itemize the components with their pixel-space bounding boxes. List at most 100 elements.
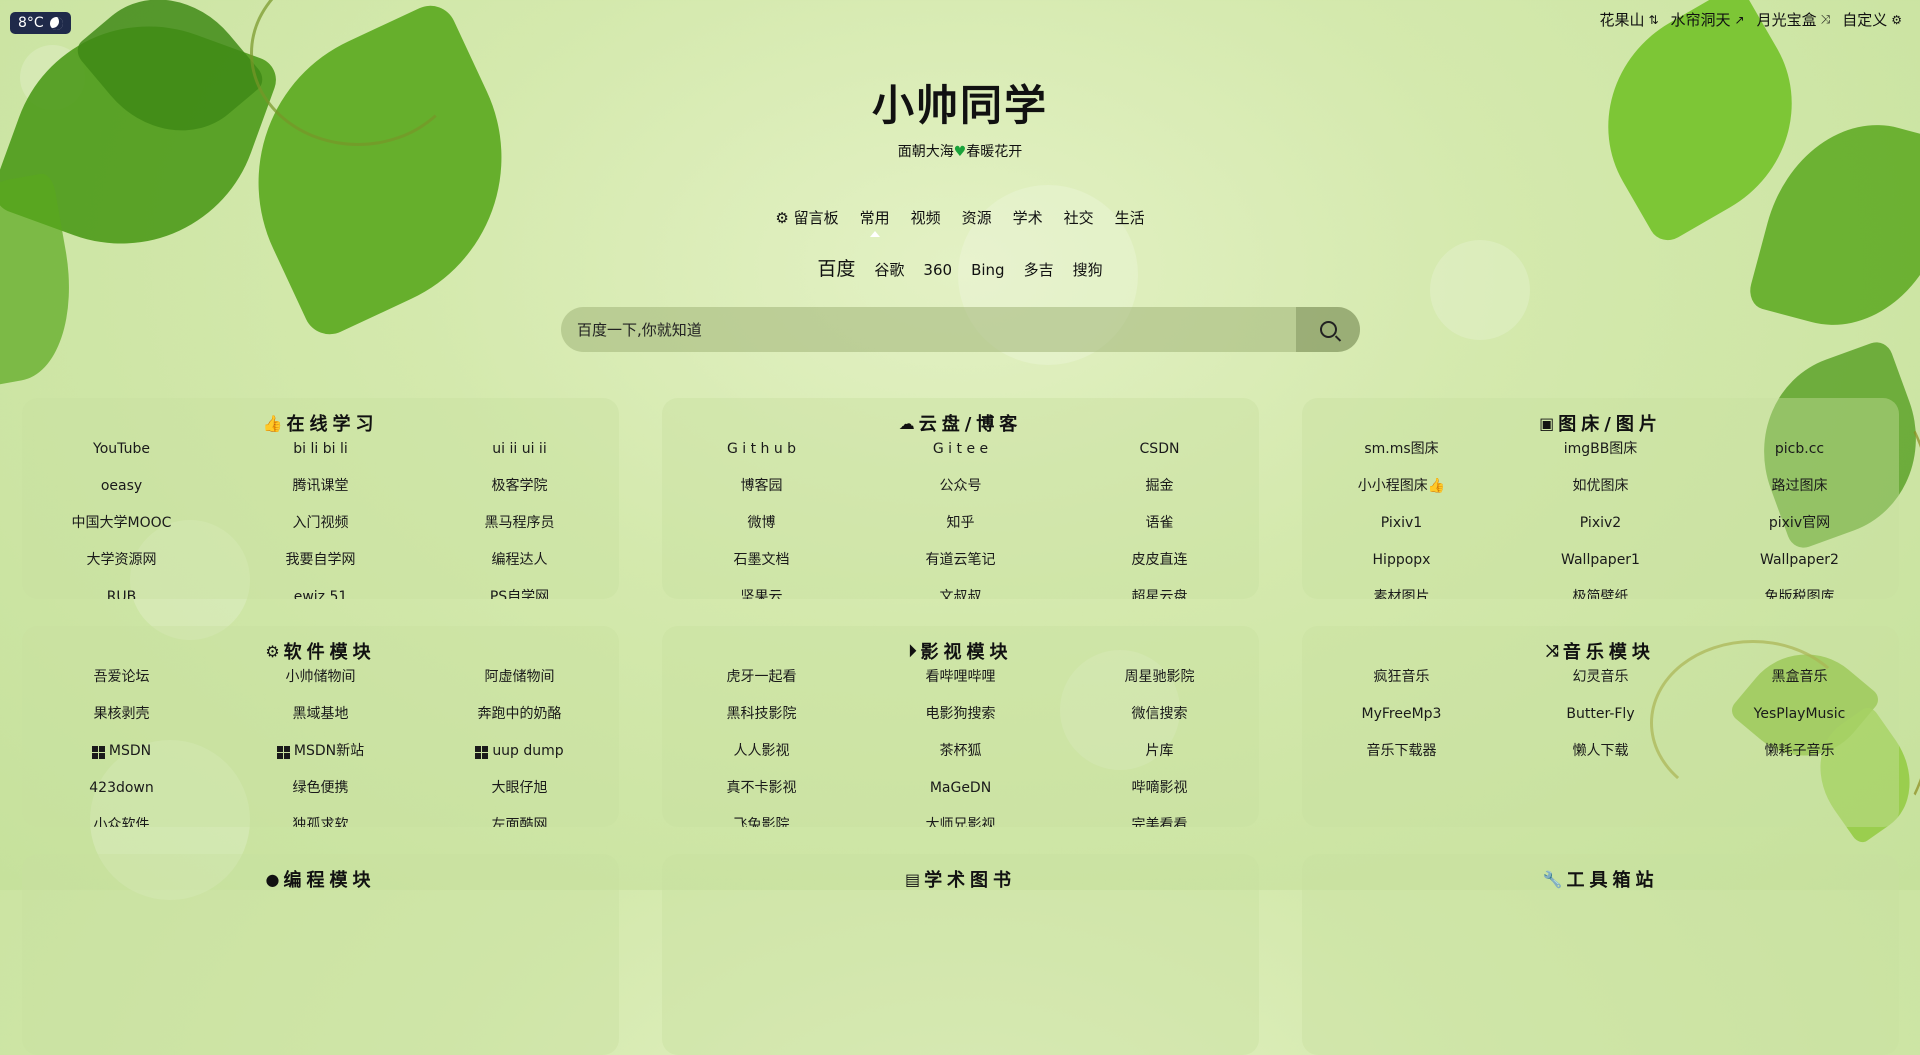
site-link[interactable]: 茶杯狐 xyxy=(861,740,1060,777)
site-link[interactable]: YouTube xyxy=(22,438,221,475)
site-link[interactable]: Butter-Fly xyxy=(1501,703,1700,740)
site-link[interactable]: 如优图床 xyxy=(1501,475,1700,512)
site-link[interactable]: 电影狗搜索 xyxy=(861,703,1060,740)
site-link[interactable]: G i t e e xyxy=(861,438,1060,475)
top-link-shuiliandongtian[interactable]: 水帘洞天 ↗ xyxy=(1671,9,1745,30)
site-link[interactable]: ewjz 51 xyxy=(221,586,420,599)
site-link[interactable]: 我要自学网 xyxy=(221,549,420,586)
top-link-custom[interactable]: 自定义 ⚙ xyxy=(1842,9,1902,30)
site-link[interactable]: 掘金 xyxy=(1060,475,1259,512)
site-link[interactable]: 编程达人 xyxy=(420,549,619,586)
site-link[interactable]: 中国大学MOOC xyxy=(22,512,221,549)
site-link[interactable]: 完美看看 xyxy=(1060,814,1259,827)
engine-360[interactable]: 360 xyxy=(923,261,952,279)
site-link[interactable]: 飞兔影院 xyxy=(662,814,861,827)
site-link[interactable]: 博客园 xyxy=(662,475,861,512)
site-link[interactable]: 极客学院 xyxy=(420,475,619,512)
site-link[interactable]: uup dump xyxy=(420,740,619,777)
top-link-yueguangbaohe[interactable]: 月光宝盒 ⤨ xyxy=(1757,9,1831,30)
site-link[interactable]: 素材图片 xyxy=(1302,586,1501,599)
tab-common[interactable]: 常用 xyxy=(860,207,890,228)
site-link[interactable]: 腾讯课堂 xyxy=(221,475,420,512)
site-link[interactable]: 黑马程序员 xyxy=(420,512,619,549)
tab-social[interactable]: 社交 xyxy=(1064,207,1094,228)
site-link[interactable]: 石墨文档 xyxy=(662,549,861,586)
site-link[interactable]: 坚果云 xyxy=(662,586,861,599)
site-link[interactable]: 微博 xyxy=(662,512,861,549)
site-link[interactable]: ui ii ui ii xyxy=(420,438,619,475)
engine-bing[interactable]: Bing xyxy=(971,261,1005,279)
site-link[interactable]: 片库 xyxy=(1060,740,1259,777)
site-link[interactable]: 知乎 xyxy=(861,512,1060,549)
top-link-huaguoshan[interactable]: 花果山 ⇅ xyxy=(1599,9,1658,30)
site-link[interactable]: oeasy xyxy=(22,475,221,512)
site-link[interactable]: MyFreeMp3 xyxy=(1302,703,1501,740)
site-link[interactable]: 左面酷网 xyxy=(420,814,619,827)
site-link[interactable]: 音乐下载器 xyxy=(1302,740,1501,777)
site-link[interactable]: 皮皮直连 xyxy=(1060,549,1259,586)
site-link[interactable]: 疯狂音乐 xyxy=(1302,666,1501,703)
site-link[interactable]: 有道云笔记 xyxy=(861,549,1060,586)
site-link[interactable]: Hippopx xyxy=(1302,549,1501,586)
site-link[interactable]: 微信搜索 xyxy=(1060,703,1259,740)
site-link[interactable]: 虎牙一起看 xyxy=(662,666,861,703)
site-link[interactable]: 黑科技影院 xyxy=(662,703,861,740)
site-link[interactable]: 路过图床 xyxy=(1700,475,1899,512)
site-link[interactable]: sm.ms图床 xyxy=(1302,438,1501,475)
tab-resources[interactable]: 资源 xyxy=(962,207,992,228)
site-link[interactable]: 超星云盘 xyxy=(1060,586,1259,599)
search-input[interactable] xyxy=(561,307,1296,352)
site-link[interactable]: RUB xyxy=(22,586,221,599)
site-link[interactable]: 文叔叔 xyxy=(861,586,1060,599)
engine-dogedoge[interactable]: 多吉 xyxy=(1024,259,1054,280)
site-link[interactable]: MSDN xyxy=(22,740,221,777)
site-link[interactable]: 吾爱论坛 xyxy=(22,666,221,703)
site-link[interactable]: 小小程图床👍 xyxy=(1302,475,1501,512)
site-link[interactable]: Pixiv2 xyxy=(1501,512,1700,549)
site-link[interactable]: 奔跑中的奶酪 xyxy=(420,703,619,740)
site-link[interactable]: MSDN新站 xyxy=(221,740,420,777)
site-link[interactable]: 免版税图库 xyxy=(1700,586,1899,599)
tab-message-board[interactable]: ⚙ 留言板 xyxy=(775,207,838,228)
site-link[interactable]: 小帅储物间 xyxy=(221,666,420,703)
site-link[interactable]: bi li bi li xyxy=(221,438,420,475)
site-link[interactable]: MaGeDN xyxy=(861,777,1060,814)
site-link[interactable]: PS自学网 xyxy=(420,586,619,599)
site-link[interactable]: 人人影视 xyxy=(662,740,861,777)
site-link[interactable]: 入门视频 xyxy=(221,512,420,549)
site-link[interactable]: 大师兄影视 xyxy=(861,814,1060,827)
site-link[interactable]: Wallpaper2 xyxy=(1700,549,1899,586)
site-link[interactable]: 极简壁纸 xyxy=(1501,586,1700,599)
site-link[interactable]: YesPlayMusic xyxy=(1700,703,1899,740)
site-link[interactable]: Wallpaper1 xyxy=(1501,549,1700,586)
site-link[interactable]: G i t h u b xyxy=(662,438,861,475)
tab-academic[interactable]: 学术 xyxy=(1013,207,1043,228)
site-link[interactable]: 懒耗子音乐 xyxy=(1700,740,1899,777)
engine-google[interactable]: 谷歌 xyxy=(874,259,904,280)
engine-sogou[interactable]: 搜狗 xyxy=(1073,259,1103,280)
site-link[interactable]: 周星驰影院 xyxy=(1060,666,1259,703)
site-link[interactable]: Pixiv1 xyxy=(1302,512,1501,549)
site-link[interactable]: 哔嘀影视 xyxy=(1060,777,1259,814)
site-link[interactable]: CSDN xyxy=(1060,438,1259,475)
site-link[interactable]: 懒人下载 xyxy=(1501,740,1700,777)
site-link[interactable]: pixiv官网 xyxy=(1700,512,1899,549)
site-link[interactable]: 大眼仔旭 xyxy=(420,777,619,814)
tab-life[interactable]: 生活 xyxy=(1115,207,1145,228)
site-link[interactable]: 幻灵音乐 xyxy=(1501,666,1700,703)
site-link[interactable]: 真不卡影视 xyxy=(662,777,861,814)
search-button[interactable] xyxy=(1296,307,1360,352)
site-link[interactable]: 小众软件 xyxy=(22,814,221,827)
site-link[interactable]: picb.cc xyxy=(1700,438,1899,475)
site-link[interactable]: 大学资源网 xyxy=(22,549,221,586)
site-link[interactable]: 阿虚储物间 xyxy=(420,666,619,703)
site-link[interactable]: 绿色便携 xyxy=(221,777,420,814)
site-link[interactable]: 423down xyxy=(22,777,221,814)
engine-baidu[interactable]: 百度 xyxy=(817,254,855,281)
site-link[interactable]: 独孤求软 xyxy=(221,814,420,827)
site-link[interactable]: 语雀 xyxy=(1060,512,1259,549)
site-link[interactable]: 黑盒音乐 xyxy=(1700,666,1899,703)
site-link[interactable]: 公众号 xyxy=(861,475,1060,512)
tab-video[interactable]: 视频 xyxy=(911,207,941,228)
weather-widget[interactable]: 8°C xyxy=(10,12,71,34)
